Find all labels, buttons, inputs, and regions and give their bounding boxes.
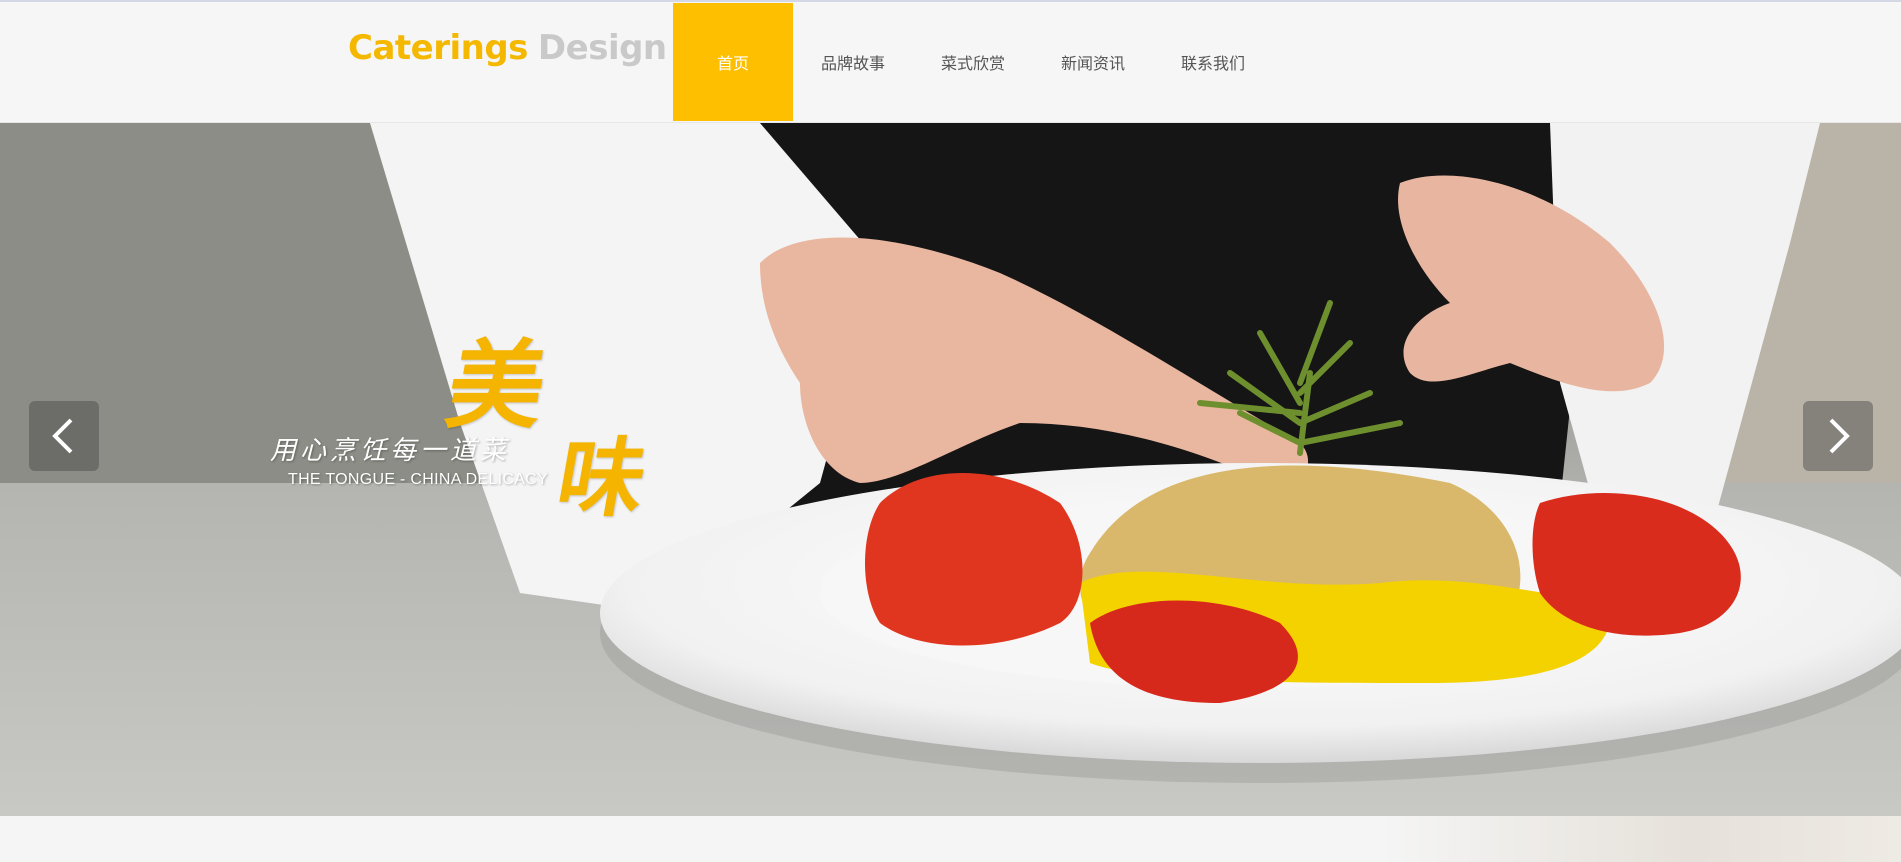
hero-banner: 美 用心烹饪每一道菜 THE TONGUE - CHINA DELICACY 味 [0,123,1901,816]
calligraphy-char-1: 美 [438,329,555,442]
nav-item-contact[interactable]: 联系我们 [1153,3,1273,121]
nav-item-news[interactable]: 新闻资讯 [1033,3,1153,121]
site-header: Caterings Design 首页 品牌故事 菜式欣赏 新闻资讯 联系我们 [0,2,1901,123]
site-logo[interactable]: Caterings Design [348,28,667,68]
main-nav: 首页 品牌故事 菜式欣赏 新闻资讯 联系我们 [673,3,1273,121]
logo-word-secondary: Design [537,28,667,68]
nav-item-home[interactable]: 首页 [673,3,793,121]
nav-item-dishes[interactable]: 菜式欣赏 [913,3,1033,121]
logo-word-primary: Caterings [348,28,528,68]
tagline-chinese: 用心烹饪每一道菜 [270,436,511,466]
chevron-left-icon [52,418,73,454]
chevron-right-icon [1829,418,1850,454]
carousel-next-button[interactable] [1803,401,1873,471]
calligraphy-char-2: 味 [549,428,654,529]
carousel-prev-button[interactable] [29,401,99,471]
page-bottom-strip [0,816,1901,862]
tagline-english: THE TONGUE - CHINA DELICACY [288,471,548,488]
nav-item-brand-story[interactable]: 品牌故事 [793,3,913,121]
hero-slogan: 美 用心烹饪每一道菜 THE TONGUE - CHINA DELICACY 味 [270,308,690,529]
